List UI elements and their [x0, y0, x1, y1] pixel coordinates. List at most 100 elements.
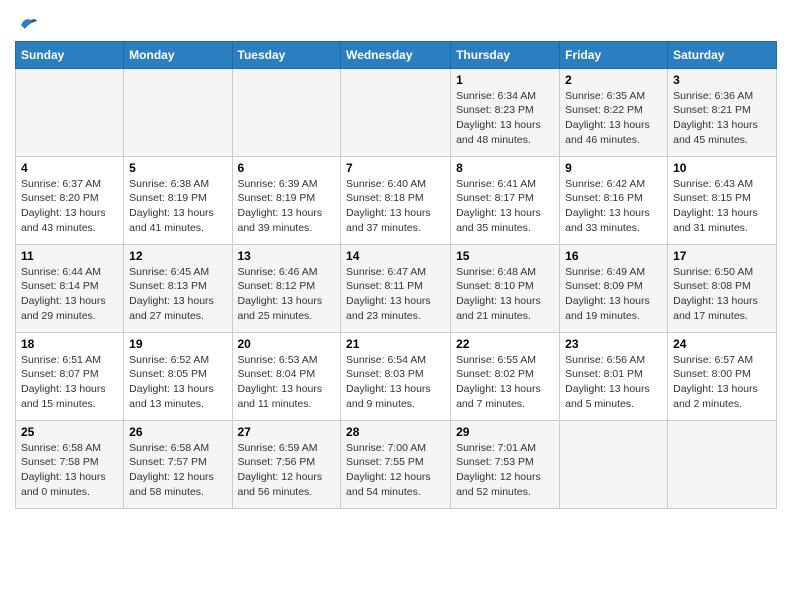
calendar-week-row: 1 Sunrise: 6:34 AM Sunset: 8:23 PM Daylig… — [16, 68, 777, 156]
day-number: 3 — [673, 73, 771, 87]
day-info: Sunrise: 6:54 AM Sunset: 8:03 PM Dayligh… — [346, 353, 445, 412]
day-info: Sunrise: 7:00 AM Sunset: 7:55 PM Dayligh… — [346, 441, 445, 500]
day-number: 12 — [129, 249, 226, 263]
day-number: 21 — [346, 337, 445, 351]
day-info: Sunrise: 6:48 AM Sunset: 8:10 PM Dayligh… — [456, 265, 554, 324]
calendar-cell — [124, 68, 232, 156]
calendar-cell: 16 Sunrise: 6:49 AM Sunset: 8:09 PM Dayli… — [560, 244, 668, 332]
calendar-cell — [668, 420, 777, 508]
logo-bird-icon — [17, 15, 39, 35]
day-number: 15 — [456, 249, 554, 263]
calendar-cell: 27 Sunrise: 6:59 AM Sunset: 7:56 PM Dayli… — [232, 420, 341, 508]
day-info: Sunrise: 6:36 AM Sunset: 8:21 PM Dayligh… — [673, 89, 771, 148]
day-header-sunday: Sunday — [16, 41, 124, 68]
calendar-week-row: 18Sunrise: 6:51 AM Sunset: 8:07 PM Dayli… — [16, 332, 777, 420]
day-info: Sunrise: 6:44 AM Sunset: 8:14 PM Dayligh… — [21, 265, 118, 324]
calendar-cell: 25 Sunrise: 6:58 AM Sunset: 7:58 PM Dayli… — [16, 420, 124, 508]
day-info: Sunrise: 6:35 AM Sunset: 8:22 PM Dayligh… — [565, 89, 662, 148]
calendar-cell: 12 Sunrise: 6:45 AM Sunset: 8:13 PM Dayli… — [124, 244, 232, 332]
calendar-table: SundayMondayTuesdayWednesdayThursdayFrid… — [15, 41, 777, 509]
day-number: 10 — [673, 161, 771, 175]
day-header-thursday: Thursday — [451, 41, 560, 68]
calendar-week-row: 11 Sunrise: 6:44 AM Sunset: 8:14 PM Dayli… — [16, 244, 777, 332]
calendar-cell: 22 Sunrise: 6:55 AM Sunset: 8:02 PM Dayli… — [451, 332, 560, 420]
day-number: 13 — [238, 249, 336, 263]
day-number: 27 — [238, 425, 336, 439]
day-number: 24 — [673, 337, 771, 351]
day-info: Sunrise: 6:49 AM Sunset: 8:09 PM Dayligh… — [565, 265, 662, 324]
day-info: Sunrise: 6:55 AM Sunset: 8:02 PM Dayligh… — [456, 353, 554, 412]
day-info: Sunrise: 6:58 AM Sunset: 7:58 PM Dayligh… — [21, 441, 118, 500]
day-info: Sunrise: 6:46 AM Sunset: 8:12 PM Dayligh… — [238, 265, 336, 324]
days-header-row: SundayMondayTuesdayWednesdayThursdayFrid… — [16, 41, 777, 68]
calendar-cell: 18Sunrise: 6:51 AM Sunset: 8:07 PM Dayli… — [16, 332, 124, 420]
calendar-cell: 14 Sunrise: 6:47 AM Sunset: 8:11 PM Dayli… — [341, 244, 451, 332]
day-number: 9 — [565, 161, 662, 175]
day-header-saturday: Saturday — [668, 41, 777, 68]
calendar-cell: 20 Sunrise: 6:53 AM Sunset: 8:04 PM Dayli… — [232, 332, 341, 420]
day-number: 14 — [346, 249, 445, 263]
calendar-cell: 17 Sunrise: 6:50 AM Sunset: 8:08 PM Dayli… — [668, 244, 777, 332]
day-number: 1 — [456, 73, 554, 87]
calendar-cell: 21 Sunrise: 6:54 AM Sunset: 8:03 PM Dayli… — [341, 332, 451, 420]
day-number: 11 — [21, 249, 118, 263]
day-info: Sunrise: 6:57 AM Sunset: 8:00 PM Dayligh… — [673, 353, 771, 412]
calendar-cell: 9 Sunrise: 6:42 AM Sunset: 8:16 PM Daylig… — [560, 156, 668, 244]
calendar-cell: 24 Sunrise: 6:57 AM Sunset: 8:00 PM Dayli… — [668, 332, 777, 420]
day-info: Sunrise: 6:43 AM Sunset: 8:15 PM Dayligh… — [673, 177, 771, 236]
day-info: Sunrise: 6:47 AM Sunset: 8:11 PM Dayligh… — [346, 265, 445, 324]
day-number: 25 — [21, 425, 118, 439]
day-info: Sunrise: 6:51 AM Sunset: 8:07 PM Dayligh… — [21, 353, 118, 412]
day-info: Sunrise: 6:53 AM Sunset: 8:04 PM Dayligh… — [238, 353, 336, 412]
calendar-cell: 4Sunrise: 6:37 AM Sunset: 8:20 PM Daylig… — [16, 156, 124, 244]
day-number: 20 — [238, 337, 336, 351]
day-number: 6 — [238, 161, 336, 175]
day-number: 4 — [21, 161, 118, 175]
calendar-cell — [560, 420, 668, 508]
day-number: 2 — [565, 73, 662, 87]
day-number: 16 — [565, 249, 662, 263]
day-info: Sunrise: 6:42 AM Sunset: 8:16 PM Dayligh… — [565, 177, 662, 236]
day-number: 7 — [346, 161, 445, 175]
day-number: 17 — [673, 249, 771, 263]
calendar-cell — [16, 68, 124, 156]
day-info: Sunrise: 6:52 AM Sunset: 8:05 PM Dayligh… — [129, 353, 226, 412]
day-info: Sunrise: 6:41 AM Sunset: 8:17 PM Dayligh… — [456, 177, 554, 236]
day-info: Sunrise: 6:45 AM Sunset: 8:13 PM Dayligh… — [129, 265, 226, 324]
day-info: Sunrise: 6:40 AM Sunset: 8:18 PM Dayligh… — [346, 177, 445, 236]
day-number: 23 — [565, 337, 662, 351]
day-info: Sunrise: 6:34 AM Sunset: 8:23 PM Dayligh… — [456, 89, 554, 148]
day-info: Sunrise: 6:59 AM Sunset: 7:56 PM Dayligh… — [238, 441, 336, 500]
day-header-friday: Friday — [560, 41, 668, 68]
calendar-cell: 15 Sunrise: 6:48 AM Sunset: 8:10 PM Dayli… — [451, 244, 560, 332]
calendar-cell: 28Sunrise: 7:00 AM Sunset: 7:55 PM Dayli… — [341, 420, 451, 508]
day-header-monday: Monday — [124, 41, 232, 68]
calendar-cell: 13 Sunrise: 6:46 AM Sunset: 8:12 PM Dayli… — [232, 244, 341, 332]
day-info: Sunrise: 6:39 AM Sunset: 8:19 PM Dayligh… — [238, 177, 336, 236]
calendar-cell — [341, 68, 451, 156]
logo — [15, 10, 41, 35]
calendar-cell: 7 Sunrise: 6:40 AM Sunset: 8:18 PM Daylig… — [341, 156, 451, 244]
calendar-cell: 3 Sunrise: 6:36 AM Sunset: 8:21 PM Daylig… — [668, 68, 777, 156]
calendar-cell: 26 Sunrise: 6:58 AM Sunset: 7:57 PM Dayli… — [124, 420, 232, 508]
day-number: 22 — [456, 337, 554, 351]
day-number: 29 — [456, 425, 554, 439]
calendar-cell: 8Sunrise: 6:41 AM Sunset: 8:17 PM Daylig… — [451, 156, 560, 244]
calendar-cell: 10 Sunrise: 6:43 AM Sunset: 8:15 PM Dayli… — [668, 156, 777, 244]
calendar-cell — [232, 68, 341, 156]
calendar-cell: 2 Sunrise: 6:35 AM Sunset: 8:22 PM Daylig… — [560, 68, 668, 156]
header — [15, 10, 777, 35]
day-header-tuesday: Tuesday — [232, 41, 341, 68]
calendar-cell: 6 Sunrise: 6:39 AM Sunset: 8:19 PM Daylig… — [232, 156, 341, 244]
day-number: 26 — [129, 425, 226, 439]
calendar-cell: 29 Sunrise: 7:01 AM Sunset: 7:53 PM Dayli… — [451, 420, 560, 508]
day-number: 19 — [129, 337, 226, 351]
day-info: Sunrise: 6:50 AM Sunset: 8:08 PM Dayligh… — [673, 265, 771, 324]
day-info: Sunrise: 6:56 AM Sunset: 8:01 PM Dayligh… — [565, 353, 662, 412]
day-info: Sunrise: 6:58 AM Sunset: 7:57 PM Dayligh… — [129, 441, 226, 500]
calendar-week-row: 25 Sunrise: 6:58 AM Sunset: 7:58 PM Dayli… — [16, 420, 777, 508]
calendar-cell: 11 Sunrise: 6:44 AM Sunset: 8:14 PM Dayli… — [16, 244, 124, 332]
day-header-wednesday: Wednesday — [341, 41, 451, 68]
calendar-cell: 19 Sunrise: 6:52 AM Sunset: 8:05 PM Dayli… — [124, 332, 232, 420]
day-info: Sunrise: 7:01 AM Sunset: 7:53 PM Dayligh… — [456, 441, 554, 500]
